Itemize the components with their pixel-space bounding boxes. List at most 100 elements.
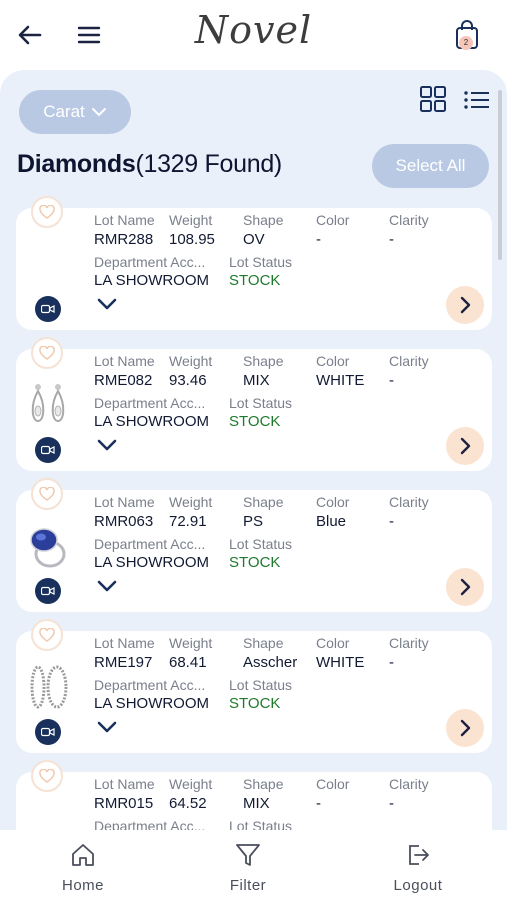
weight-label: Weight <box>169 635 213 651</box>
video-camera-icon[interactable] <box>35 578 61 604</box>
weight-value: 108.95 <box>169 231 215 248</box>
page-title-main: Diamonds <box>17 150 136 178</box>
nav-logout[interactable]: Logout <box>373 842 463 894</box>
color-label: Color <box>316 635 350 651</box>
list-view-icon[interactable] <box>464 90 490 110</box>
carat-filter-label: Carat <box>43 102 85 121</box>
lot-name-label: Lot Name <box>94 635 155 651</box>
color-value: WHITE <box>316 372 365 389</box>
color-label: Color <box>316 776 350 792</box>
shape-label: Shape <box>243 635 284 651</box>
color-value: Blue <box>316 513 347 530</box>
department-label: Department Acc... <box>94 536 206 552</box>
chevron-down-icon[interactable] <box>96 719 118 735</box>
clarity-label: Clarity <box>389 212 429 228</box>
color-value: - <box>316 231 321 248</box>
chevron-down-icon[interactable] <box>96 437 118 453</box>
earrings-icon <box>26 377 70 433</box>
video-camera-icon[interactable] <box>35 296 61 322</box>
department-label: Department Acc... <box>94 254 206 270</box>
clarity-label: Clarity <box>389 635 429 651</box>
lot-status-label: Lot Status <box>229 818 293 830</box>
lot-status-label: Lot Status <box>229 395 293 411</box>
lot-status-label: Lot Status <box>229 536 293 552</box>
video-camera-icon[interactable] <box>35 437 61 463</box>
department-label: Department Acc... <box>94 818 206 830</box>
shape-label: Shape <box>243 494 284 510</box>
favorite-heart-icon[interactable] <box>31 478 63 510</box>
shape-label: Shape <box>243 353 284 369</box>
app-logo: Novel <box>194 8 313 52</box>
nav-home[interactable]: Home <box>38 842 128 894</box>
lot-name-label: Lot Name <box>94 212 155 228</box>
department-value: LA SHOWROOM <box>94 413 210 430</box>
color-value: WHITE <box>316 654 365 671</box>
scrollbar[interactable] <box>498 90 502 260</box>
favorite-heart-icon[interactable] <box>31 760 63 792</box>
shape-value: OV <box>243 231 265 248</box>
lot-status-label: Lot Status <box>229 677 293 693</box>
clarity-value: - <box>389 513 394 530</box>
result-count: (1329 Found) <box>135 150 282 178</box>
chevron-down-icon <box>91 108 106 117</box>
chevron-right-icon[interactable] <box>446 427 484 465</box>
department-value: LA SHOWROOM <box>94 554 210 571</box>
shape-value: Asscher <box>243 654 298 671</box>
carat-filter-button[interactable]: Carat <box>19 90 131 134</box>
grid-view-icon[interactable] <box>420 86 446 112</box>
lot-name-value: RME197 <box>94 654 153 671</box>
shape-label: Shape <box>243 212 284 228</box>
favorite-heart-icon[interactable] <box>31 619 63 651</box>
color-value: - <box>316 795 321 812</box>
shape-label: Shape <box>243 776 284 792</box>
department-value: LA SHOWROOM <box>94 695 210 712</box>
lot-name-value: RMR063 <box>94 513 154 530</box>
list-item[interactable]: Lot Name Weight Shape Color Clarity RMR2… <box>16 196 492 330</box>
list-item[interactable]: Lot Name Weight Shape Color Clarity RME1… <box>16 619 492 753</box>
lot-status-value: STOCK <box>229 695 281 712</box>
lot-name-value: RME082 <box>94 372 153 389</box>
weight-value: 68.41 <box>169 654 207 671</box>
hoop-earrings-icon <box>26 659 70 715</box>
chevron-right-icon[interactable] <box>446 709 484 747</box>
nav-filter[interactable]: Filter <box>203 842 293 894</box>
shape-value: MIX <box>243 795 270 812</box>
clarity-value: - <box>389 231 394 248</box>
color-label: Color <box>316 212 350 228</box>
list-item[interactable]: Lot Name Weight Shape Color Clarity RMR0… <box>16 478 492 612</box>
clarity-label: Clarity <box>389 776 429 792</box>
chevron-down-icon[interactable] <box>96 578 118 594</box>
lot-name-label: Lot Name <box>94 353 155 369</box>
chevron-right-icon[interactable] <box>446 286 484 324</box>
lot-status-value: STOCK <box>229 272 281 289</box>
weight-label: Weight <box>169 776 213 792</box>
favorite-heart-icon[interactable] <box>31 337 63 369</box>
clarity-label: Clarity <box>389 353 429 369</box>
select-all-button[interactable]: Select All <box>372 144 489 188</box>
nav-filter-label: Filter <box>229 877 267 894</box>
clarity-value: - <box>389 795 394 812</box>
lot-status-label: Lot Status <box>229 254 293 270</box>
clarity-label: Clarity <box>389 494 429 510</box>
weight-label: Weight <box>169 353 213 369</box>
weight-label: Weight <box>169 494 213 510</box>
filter-icon <box>236 844 260 866</box>
list-item[interactable]: Lot Name Weight Shape Color Clarity RME0… <box>16 337 492 471</box>
lot-status-value: STOCK <box>229 413 281 430</box>
bottom-navigation: Home Filter Logout <box>0 830 507 900</box>
sapphire-ring-icon <box>26 518 70 574</box>
weight-value: 64.52 <box>169 795 207 812</box>
list-item[interactable]: Lot Name Weight Shape Color Clarity RMR0… <box>16 760 492 830</box>
weight-value: 72.91 <box>169 513 207 530</box>
logout-icon <box>409 845 429 865</box>
video-camera-icon[interactable] <box>35 719 61 745</box>
chevron-down-icon[interactable] <box>96 296 118 312</box>
department-value: LA SHOWROOM <box>94 272 210 289</box>
top-bar: Novel 2 <box>0 0 507 70</box>
favorite-heart-icon[interactable] <box>31 196 63 228</box>
chevron-right-icon[interactable] <box>446 568 484 606</box>
nav-home-label: Home <box>61 877 104 894</box>
cart-count-badge: 2 <box>459 36 473 50</box>
weight-value: 93.46 <box>169 372 207 389</box>
clarity-value: - <box>389 654 394 671</box>
